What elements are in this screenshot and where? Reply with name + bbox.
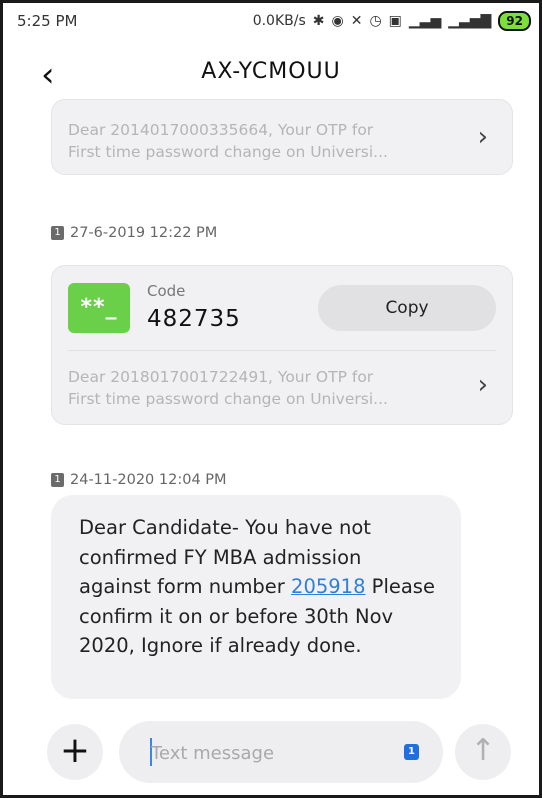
code-label: Code: [147, 282, 186, 300]
mute-icon: ✕: [350, 13, 363, 29]
toggle-icon: ◉: [331, 13, 344, 29]
snippet-line-2: First time password change on Universi..…: [68, 143, 388, 161]
status-bar: 5:25 PM 0.0KB/s ✱ ◉ ✕ ◷ ▣ ▁▃▅ ▁▃▅▇ 92: [3, 3, 539, 39]
date-header: 1 24-11-2020 12:04 PM: [51, 472, 227, 488]
form-number-link[interactable]: 205918: [291, 575, 365, 598]
snippet-line-2: First time password change on Universi..…: [68, 390, 388, 408]
phone-screen: 5:25 PM 0.0KB/s ✱ ◉ ✕ ◷ ▣ ▁▃▅ ▁▃▅▇ 92 ‹ …: [0, 0, 542, 798]
divider: [68, 350, 496, 351]
otp-code-icon: **_: [68, 283, 130, 333]
add-attachment-button[interactable]: +: [47, 724, 103, 780]
send-button[interactable]: ↑: [455, 724, 511, 780]
snippet-line-1: Dear 2018017001722491, Your OTP for: [68, 368, 374, 386]
snippet-line-1: Dear 2014017000335664, Your OTP for: [68, 121, 374, 139]
volte-icon: ▣: [388, 13, 402, 29]
message-input[interactable]: [149, 735, 363, 771]
chevron-right-icon[interactable]: ›: [478, 370, 488, 400]
sim-select-icon[interactable]: 1: [404, 744, 419, 760]
message-date: 27-6-2019 12:22 PM: [70, 225, 218, 241]
sim-icon: 1: [51, 226, 64, 240]
message-input-container[interactable]: 1: [119, 721, 443, 783]
chevron-right-icon[interactable]: ›: [478, 122, 488, 152]
message-card-otp-2[interactable]: **_ Code 482735 Copy Dear 20180170017224…: [51, 265, 513, 425]
signal-icon: ▁▃▅▇: [448, 13, 492, 29]
status-time: 5:25 PM: [17, 12, 78, 30]
copy-button[interactable]: Copy: [318, 285, 496, 331]
sim-icon: 1: [51, 473, 64, 487]
conversation-header: ‹ AX-YCMOUU: [3, 43, 539, 107]
bluetooth-icon: ✱: [312, 13, 325, 29]
4g-signal-icon: ▁▃▅: [408, 13, 442, 29]
battery-badge: 92: [498, 11, 531, 31]
message-date: 24-11-2020 12:04 PM: [70, 472, 227, 488]
status-icons: 0.0KB/s ✱ ◉ ✕ ◷ ▣ ▁▃▅ ▁▃▅▇ 92: [253, 11, 531, 31]
code-value: 482735: [147, 306, 241, 332]
date-header: 1 27-6-2019 12:22 PM: [51, 225, 217, 241]
message-card-otp-1[interactable]: Dear 2014017000335664, Your OTP for Firs…: [51, 99, 513, 175]
alarm-icon: ◷: [369, 13, 382, 29]
conversation-title: AX-YCMOUU: [201, 59, 341, 84]
message-bubble[interactable]: Dear Candidate- You have not confirmed F…: [51, 495, 461, 699]
network-speed: 0.0KB/s: [252, 13, 306, 29]
